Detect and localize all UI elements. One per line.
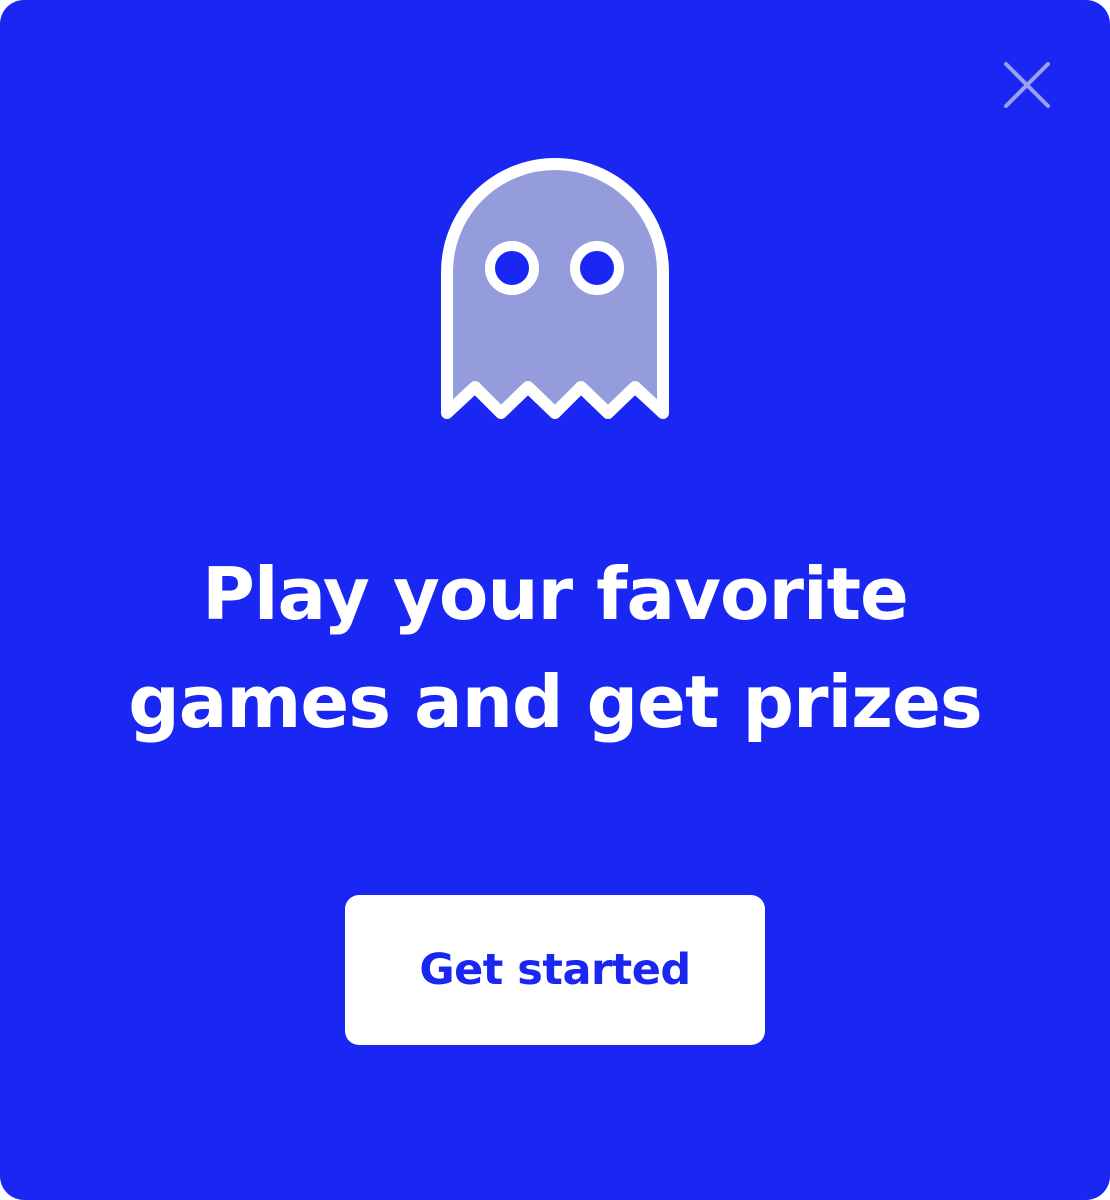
headline-line-1: Play your favorite <box>202 552 909 636</box>
close-icon <box>1004 62 1050 108</box>
close-button[interactable] <box>996 54 1058 116</box>
promo-modal: Play your favorite games and get prizes … <box>0 0 1110 1200</box>
get-started-button[interactable]: Get started <box>345 895 765 1045</box>
headline-line-2: games and get prizes <box>128 660 983 744</box>
ghost-icon <box>441 158 669 419</box>
ghost-illustration <box>438 155 672 427</box>
headline: Play your favorite games and get prizes <box>80 540 1030 756</box>
